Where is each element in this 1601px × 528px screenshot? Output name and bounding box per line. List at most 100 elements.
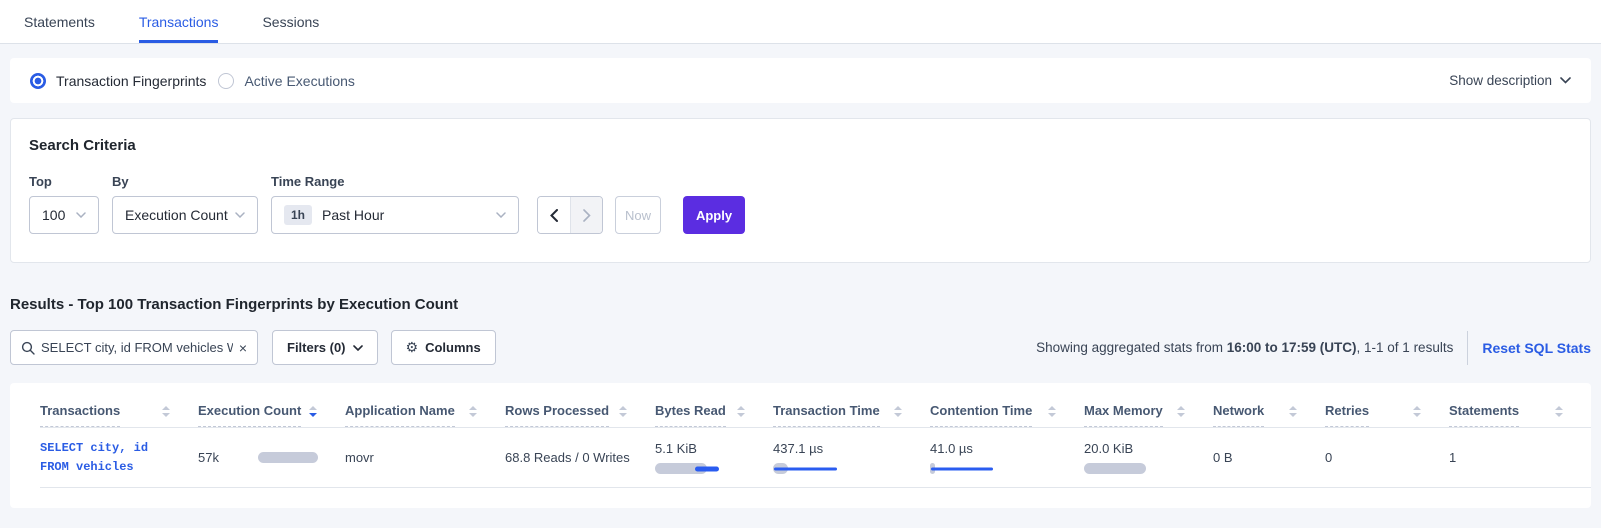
tab-transactions-label: Transactions xyxy=(139,14,219,30)
now-button[interactable]: Now xyxy=(615,196,661,234)
radio-active-executions[interactable]: Active Executions xyxy=(218,73,355,89)
radio-transaction-fingerprints-label: Transaction Fingerprints xyxy=(56,73,206,89)
time-range-label: Time Range xyxy=(271,174,519,189)
view-toggle-card: Transaction Fingerprints Active Executio… xyxy=(10,58,1591,103)
sql-line-2: FROM vehicles xyxy=(40,460,134,474)
sort-toggle-icon[interactable] xyxy=(894,406,902,417)
network-cell: 0 B xyxy=(1213,450,1325,465)
previous-time-button[interactable] xyxy=(538,197,570,233)
column-header-label: Transactions xyxy=(40,403,120,427)
sort-toggle-icon[interactable] xyxy=(1177,406,1185,417)
column-header-label: Max Memory xyxy=(1084,403,1163,427)
column-header-label: Transaction Time xyxy=(773,403,880,427)
tab-transactions[interactable]: Transactions xyxy=(139,0,219,43)
transaction-time-value: 437.1 µs xyxy=(773,441,930,456)
by-select[interactable]: Execution Count xyxy=(112,196,258,234)
show-description-label: Show description xyxy=(1449,73,1552,88)
filters-button-label: Filters (0) xyxy=(287,340,346,355)
sort-toggle-icon[interactable] xyxy=(1289,406,1297,417)
column-header-network: Network xyxy=(1213,403,1325,427)
bytes-read-value: 5.1 KiB xyxy=(655,441,773,456)
search-icon xyxy=(21,341,35,355)
column-header-bytes-read: Bytes Read xyxy=(655,403,773,427)
time-range-select[interactable]: 1h Past Hour xyxy=(271,196,519,234)
stats-prefix: Showing aggregated stats from xyxy=(1036,340,1227,355)
sort-toggle-icon[interactable] xyxy=(469,406,477,417)
reset-sql-stats-link[interactable]: Reset SQL Stats xyxy=(1482,340,1591,356)
radio-transaction-fingerprints[interactable]: Transaction Fingerprints xyxy=(30,73,206,89)
vertical-divider xyxy=(1467,331,1468,365)
sort-toggle-icon[interactable] xyxy=(162,406,170,417)
column-header-execution-count: Execution Count xyxy=(198,403,345,427)
filters-button[interactable]: Filters (0) xyxy=(272,330,378,365)
columns-button-label: Columns xyxy=(425,340,481,355)
time-step-buttons xyxy=(537,196,603,234)
sort-toggle-icon[interactable] xyxy=(1048,406,1056,417)
chevron-down-icon xyxy=(1560,77,1571,84)
chevron-left-icon xyxy=(550,209,558,222)
sort-toggle-icon[interactable] xyxy=(1413,406,1421,417)
statements-cell: 1 xyxy=(1449,450,1591,465)
page-tabs: Statements Transactions Sessions xyxy=(0,0,1601,44)
transactions-table: Transactions Execution Count Application… xyxy=(10,383,1591,508)
aggregated-stats-info: Showing aggregated stats from 16:00 to 1… xyxy=(1036,340,1453,355)
radio-selected-icon xyxy=(30,73,46,89)
column-header-label: Statements xyxy=(1449,403,1519,427)
contention-time-cell: 41.0 µs xyxy=(930,441,1084,474)
tab-sessions[interactable]: Sessions xyxy=(262,0,319,43)
column-header-label: Application Name xyxy=(345,403,455,427)
chevron-down-icon xyxy=(235,212,245,218)
bytes-read-bar xyxy=(655,463,725,474)
max-memory-value: 20.0 KiB xyxy=(1084,441,1213,456)
column-header-label: Network xyxy=(1213,403,1264,427)
sql-search-input[interactable] xyxy=(41,340,233,355)
top-field: Top 100 xyxy=(29,174,99,234)
column-header-label: Rows Processed xyxy=(505,403,609,427)
transaction-fingerprint-link[interactable]: SELECT city, id FROM vehicles xyxy=(40,439,198,477)
time-range-badge: 1h xyxy=(284,205,312,225)
rows-processed-cell: 68.8 Reads / 0 Writes xyxy=(505,450,655,465)
column-header-transactions: Transactions xyxy=(40,403,198,427)
column-header-statements: Statements xyxy=(1449,403,1591,427)
next-time-button[interactable] xyxy=(570,197,602,233)
sql-search-box: × xyxy=(10,330,258,365)
show-description-toggle[interactable]: Show description xyxy=(1449,73,1571,88)
apply-button[interactable]: Apply xyxy=(683,196,745,234)
chevron-down-icon xyxy=(496,212,506,218)
column-header-label: Bytes Read xyxy=(655,403,726,427)
now-button-label: Now xyxy=(625,208,651,223)
retries-cell: 0 xyxy=(1325,450,1449,465)
column-header-rows-processed: Rows Processed xyxy=(505,403,655,427)
time-range-value: Past Hour xyxy=(322,207,384,223)
transaction-time-bar xyxy=(773,463,843,474)
results-heading: Results - Top 100 Transaction Fingerprin… xyxy=(10,296,1591,313)
results-controls-row: × Filters (0) ⚙ Columns Showing aggregat… xyxy=(10,330,1591,365)
sort-toggle-icon-active-desc[interactable] xyxy=(309,406,317,417)
column-header-contention-time: Contention Time xyxy=(930,403,1084,427)
apply-button-label: Apply xyxy=(696,208,732,223)
column-header-label: Retries xyxy=(1325,403,1369,427)
clear-search-icon[interactable]: × xyxy=(239,341,247,355)
search-criteria-card: Search Criteria Top 100 By Execution Cou… xyxy=(10,118,1591,263)
top-select-value: 100 xyxy=(42,207,65,223)
chevron-down-icon xyxy=(353,345,363,351)
bytes-read-cell: 5.1 KiB xyxy=(655,441,773,474)
sort-toggle-icon[interactable] xyxy=(737,406,745,417)
transaction-time-cell: 437.1 µs xyxy=(773,441,930,474)
gear-icon: ⚙ xyxy=(406,340,419,356)
search-criteria-title: Search Criteria xyxy=(29,137,1572,154)
column-header-application-name: Application Name xyxy=(345,403,505,427)
sql-line-1: SELECT city, id xyxy=(40,441,148,455)
max-memory-cell: 20.0 KiB xyxy=(1084,441,1213,474)
tab-statements[interactable]: Statements xyxy=(24,0,95,43)
chevron-down-icon xyxy=(76,212,86,218)
application-name-cell: movr xyxy=(345,450,505,465)
column-header-retries: Retries xyxy=(1325,403,1449,427)
sort-toggle-icon[interactable] xyxy=(1555,406,1563,417)
by-field: By Execution Count xyxy=(112,174,258,234)
sort-toggle-icon[interactable] xyxy=(619,406,627,417)
column-header-transaction-time: Transaction Time xyxy=(773,403,930,427)
top-select[interactable]: 100 xyxy=(29,196,99,234)
columns-button[interactable]: ⚙ Columns xyxy=(391,330,496,365)
chevron-right-icon xyxy=(583,209,591,222)
